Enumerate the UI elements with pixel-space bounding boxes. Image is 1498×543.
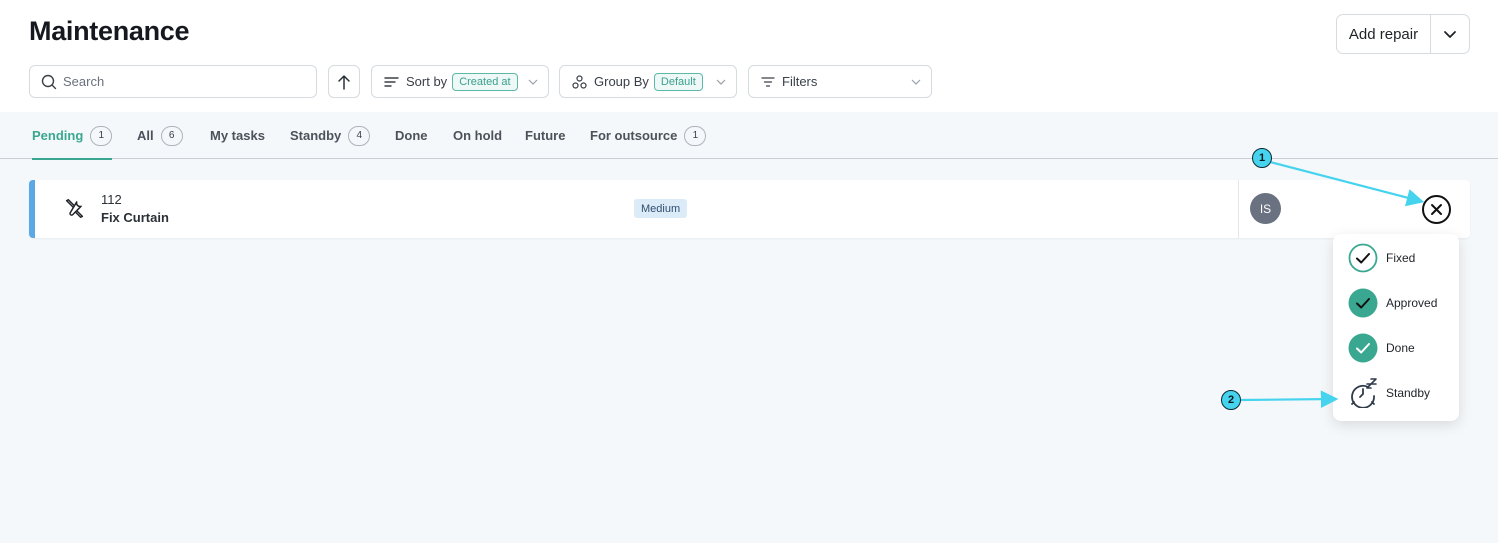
tab-label: Future — [525, 128, 566, 143]
chevron-down-icon — [911, 79, 921, 85]
task-card[interactable]: 112 Fix Curtain Medium IS — [29, 180, 1470, 238]
group-by-dropdown[interactable]: Group By Default — [559, 65, 737, 98]
status-option-standby[interactable]: Standby — [1333, 371, 1459, 416]
sort-lines-icon — [384, 76, 399, 87]
tab-count-badge: 4 — [348, 125, 371, 146]
tab-label: Pending — [32, 128, 84, 143]
chevron-down-icon — [528, 79, 538, 85]
check-filled-icon — [1348, 333, 1378, 363]
tab-done[interactable]: Done — [395, 112, 428, 159]
add-repair-split-button: Add repair — [1336, 14, 1470, 54]
tab-label: All — [137, 128, 154, 143]
tab-label: On hold — [453, 128, 503, 143]
tab-label: Done — [395, 128, 428, 143]
add-repair-button[interactable]: Add repair — [1337, 15, 1431, 53]
arrow-up-icon — [338, 74, 350, 90]
sort-direction-button[interactable] — [328, 65, 360, 98]
sort-by-value: Created at — [452, 72, 518, 91]
status-option-fixed[interactable]: Fixed — [1333, 236, 1459, 281]
chevron-down-icon — [1444, 31, 1456, 38]
tab-count-badge: 1 — [684, 125, 707, 146]
status-option-label: Done — [1386, 341, 1415, 355]
status-option-label: Fixed — [1386, 251, 1416, 265]
sort-by-label: Sort by — [406, 74, 448, 89]
snooze-clock-icon — [1351, 378, 1377, 408]
priority-badge: Medium — [634, 199, 688, 218]
check-filled-icon — [1348, 288, 1378, 318]
filters-label: Filters — [782, 74, 818, 89]
tab-future[interactable]: Future — [525, 112, 565, 159]
page-title: Maintenance — [29, 16, 190, 46]
tab-count-badge: 1 — [90, 125, 113, 146]
tab-label: For outsource — [590, 128, 678, 143]
tab-my-tasks[interactable]: My tasks — [210, 112, 265, 159]
status-option-done[interactable]: Done — [1333, 326, 1459, 371]
tab-all[interactable]: All 6 — [137, 112, 183, 159]
task-title: Fix Curtain — [101, 210, 169, 225]
close-status-menu-button[interactable] — [1421, 194, 1452, 225]
group-by-value: Default — [653, 72, 703, 91]
tab-on-hold[interactable]: On hold — [453, 112, 502, 159]
tab-standby[interactable]: Standby 4 — [290, 112, 371, 159]
top-bar: Maintenance Add repair Sort by Created a… — [0, 0, 1498, 112]
check-outline-icon — [1348, 243, 1378, 273]
status-menu: Fixed Approved Done Standby — [1333, 234, 1459, 421]
tab-label: Standby — [290, 128, 342, 143]
chevron-down-icon — [716, 79, 726, 85]
search-input[interactable] — [63, 74, 293, 89]
status-option-label: Approved — [1386, 296, 1438, 310]
wrench-screwdriver-icon — [65, 199, 84, 218]
status-option-label: Standby — [1386, 386, 1431, 400]
annotation-marker-2: 2 — [1221, 390, 1241, 410]
status-option-approved[interactable]: Approved — [1333, 281, 1459, 326]
sort-by-dropdown[interactable]: Sort by Created at — [371, 65, 549, 98]
annotation-marker-1: 1 — [1252, 148, 1272, 168]
tab-label: My tasks — [210, 128, 265, 143]
group-circles-icon — [572, 74, 587, 89]
divider — [1238, 180, 1239, 238]
search-icon — [41, 74, 57, 89]
tab-pending[interactable]: Pending 1 — [32, 112, 113, 160]
group-by-label: Group By — [594, 74, 649, 89]
status-tabs: Pending 1 All 6 My tasks Standby 4 Done … — [0, 112, 1498, 160]
search-box — [29, 65, 317, 98]
avatar[interactable]: IS — [1250, 193, 1281, 224]
add-repair-dropdown-button[interactable] — [1431, 15, 1469, 53]
tab-count-badge: 6 — [160, 125, 183, 146]
filters-dropdown[interactable]: Filters — [748, 65, 932, 98]
task-number: 112 — [101, 192, 122, 207]
filter-icon — [761, 76, 775, 87]
tab-for-outsource[interactable]: For outsource 1 — [590, 112, 707, 159]
